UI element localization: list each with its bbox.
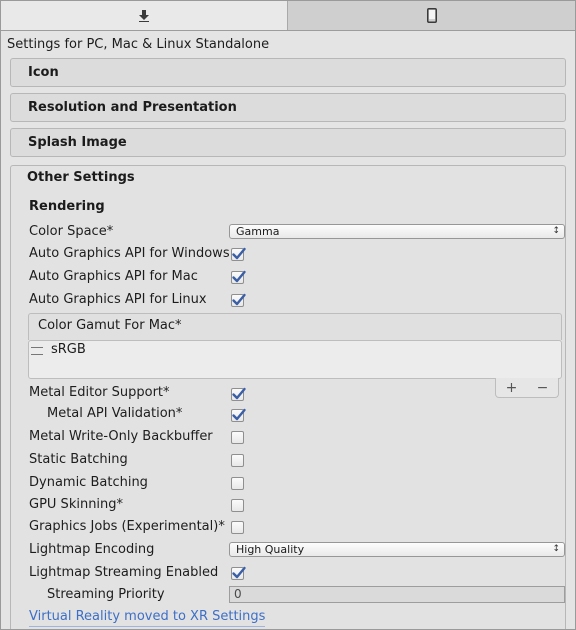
graphics-jobs-checkbox[interactable] <box>231 521 244 534</box>
metal-api-validation-checkbox[interactable] <box>231 408 246 422</box>
auto-graphics-windows-label: Auto Graphics API for Windows <box>29 246 230 261</box>
metal-write-only-backbuffer-label: Metal Write-Only Backbuffer <box>29 429 213 444</box>
rendering-heading: Rendering <box>29 199 105 214</box>
static-batching-label: Static Batching <box>29 452 128 467</box>
settings-title: Settings for PC, Mac & Linux Standalone <box>7 37 270 52</box>
checkmark-icon <box>232 387 246 400</box>
mobile-device-icon <box>426 8 437 23</box>
color-gamut-list-item[interactable]: sRGB <box>31 341 86 358</box>
color-space-label: Color Space* <box>29 224 114 239</box>
tab-standalone[interactable] <box>1 1 288 30</box>
dynamic-batching-label: Dynamic Batching <box>29 475 148 490</box>
color-space-value: Gamma <box>236 225 280 238</box>
lightmap-encoding-dropdown[interactable]: High Quality ↕ <box>229 542 565 557</box>
dropdown-arrows-icon: ↕ <box>552 544 560 554</box>
color-gamut-list <box>28 340 562 379</box>
dynamic-batching-checkbox[interactable] <box>231 477 244 490</box>
graphics-jobs-label: Graphics Jobs (Experimental)* <box>29 519 225 534</box>
auto-graphics-mac-label: Auto Graphics API for Mac <box>29 269 198 284</box>
gpu-skinning-checkbox[interactable] <box>231 499 244 512</box>
streaming-priority-field[interactable]: 0 <box>229 586 565 603</box>
drag-handle-icon[interactable] <box>31 347 43 355</box>
checkmark-icon <box>232 566 246 579</box>
lightmap-streaming-checkbox[interactable] <box>231 566 246 580</box>
metal-write-only-backbuffer-checkbox[interactable] <box>231 431 244 444</box>
xr-settings-link[interactable]: Virtual Reality moved to XR Settings <box>29 608 266 627</box>
section-resolution-and-presentation[interactable]: Resolution and Presentation <box>10 93 566 122</box>
metal-editor-support-checkbox[interactable] <box>231 387 246 401</box>
checkmark-icon <box>232 270 246 283</box>
lightmap-encoding-label: Lightmap Encoding <box>29 542 155 557</box>
gpu-skinning-label: GPU Skinning* <box>29 497 124 512</box>
auto-graphics-windows-checkbox[interactable] <box>231 247 246 261</box>
auto-graphics-mac-checkbox[interactable] <box>231 270 246 284</box>
list-add-remove-controls: + − <box>495 378 559 398</box>
lightmap-streaming-label: Lightmap Streaming Enabled <box>29 565 219 580</box>
metal-api-validation-label: Metal API Validation* <box>47 406 183 421</box>
metal-editor-support-label: Metal Editor Support* <box>29 385 170 400</box>
section-splash-image[interactable]: Splash Image <box>10 128 566 157</box>
section-other-settings[interactable]: Other Settings <box>27 170 135 185</box>
lightmap-encoding-value: High Quality <box>236 543 305 556</box>
checkmark-icon <box>232 293 246 306</box>
remove-item-button[interactable]: − <box>537 380 549 396</box>
color-gamut-item-label: sRGB <box>51 342 86 357</box>
checkmark-icon <box>232 247 246 260</box>
color-space-dropdown[interactable]: Gamma ↕ <box>229 224 565 239</box>
checkmark-icon <box>232 408 246 421</box>
download-icon <box>139 9 149 22</box>
dropdown-arrows-icon: ↕ <box>552 226 560 236</box>
color-gamut-header: Color Gamut For Mac* <box>28 313 562 340</box>
streaming-priority-label: Streaming Priority <box>47 587 165 602</box>
auto-graphics-linux-label: Auto Graphics API for Linux <box>29 292 207 307</box>
auto-graphics-linux-checkbox[interactable] <box>231 293 246 307</box>
static-batching-checkbox[interactable] <box>231 454 244 467</box>
player-settings-window: Settings for PC, Mac & Linux Standalone … <box>0 0 576 630</box>
tab-mobile[interactable] <box>288 1 575 30</box>
add-item-button[interactable]: + <box>506 380 518 396</box>
platform-tabs <box>1 1 575 31</box>
section-icon[interactable]: Icon <box>10 58 566 87</box>
